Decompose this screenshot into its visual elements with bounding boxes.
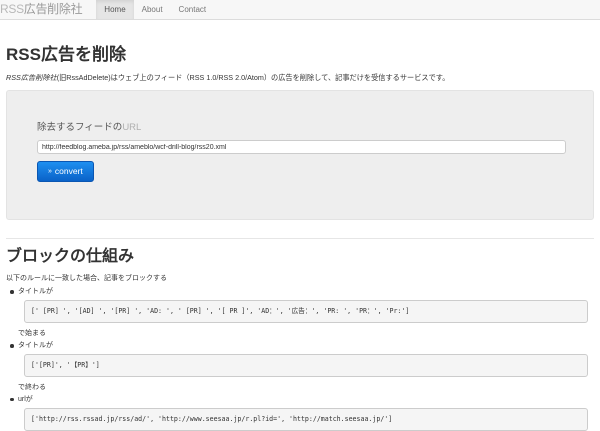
rule-suffix: で終わる: [18, 384, 46, 392]
feed-form-panel: 除去するフィードのURL »convert: [6, 89, 594, 220]
rule-item: タイトルが ['[PR]', '【PR】'] で終わる: [10, 341, 594, 393]
lead-service-name: RSS広告削除社: [6, 72, 57, 82]
rule-code: [' [PR] ', '[AD] ', '[PR] ', 'AD: ', ' […: [24, 300, 588, 324]
rule-label: タイトルが: [18, 342, 53, 350]
section-divider: [6, 237, 594, 239]
blocking-section-title: ブロックの仕組み: [6, 247, 135, 265]
main-content: RSS広告を削除 RSS広告削除社(旧RssAdDelete)はウェブ上のフィー…: [0, 45, 600, 431]
lead-description: (旧RssAdDelete)はウェブ上のフィード（RSS 1.0/RSS 2.0…: [56, 72, 450, 82]
brand-logo[interactable]: RSS 広告削除社: [0, 0, 88, 19]
forward-arrows-icon: »: [48, 167, 52, 175]
convert-button[interactable]: » convert: [37, 161, 94, 183]
blocking-description: 以下のルールに一致した場合、記事をブロックする: [6, 274, 167, 282]
nav-home[interactable]: Home: [96, 0, 134, 19]
convert-button-label: convert: [54, 165, 83, 176]
bullet-icon: [10, 290, 14, 294]
rule-item: urlが ['http://rss.rssad.jp/rss/ad/', 'ht…: [10, 395, 594, 431]
feed-url-input[interactable]: [37, 140, 566, 155]
feed-url-label-url: URL: [122, 121, 142, 133]
lead-text: RSS広告削除社(旧RssAdDelete)はウェブ上のフィード（RSS 1.0…: [6, 73, 594, 83]
rule-code: ['[PR]', '【PR】']: [24, 353, 588, 378]
feed-url-label: 除去するフィードのURL: [37, 121, 563, 134]
page-title: RSS広告を削除: [6, 45, 126, 64]
brand-name: 広告削除社: [23, 2, 83, 17]
feed-url-label-text: 除去するフィードの: [37, 121, 123, 133]
navbar: RSS 広告削除社 Home About Contact: [0, 0, 600, 20]
rule-item: タイトルが [' [PR] ', '[AD] ', '[PR] ', 'AD: …: [10, 287, 594, 339]
brand-prefix: RSS: [0, 2, 24, 17]
nav-about[interactable]: About: [134, 0, 171, 19]
nav-contact[interactable]: Contact: [171, 0, 215, 19]
rule-code: ['http://rss.rssad.jp/rss/ad/', 'http://…: [24, 407, 588, 431]
rule-suffix: で始まる: [18, 330, 46, 338]
rule-list: タイトルが [' [PR] ', '[AD] ', '[PR] ', 'AD: …: [6, 287, 594, 431]
nav-menu: Home About Contact: [96, 0, 214, 19]
rule-label: タイトルが: [18, 288, 53, 296]
bullet-icon: [10, 344, 14, 348]
